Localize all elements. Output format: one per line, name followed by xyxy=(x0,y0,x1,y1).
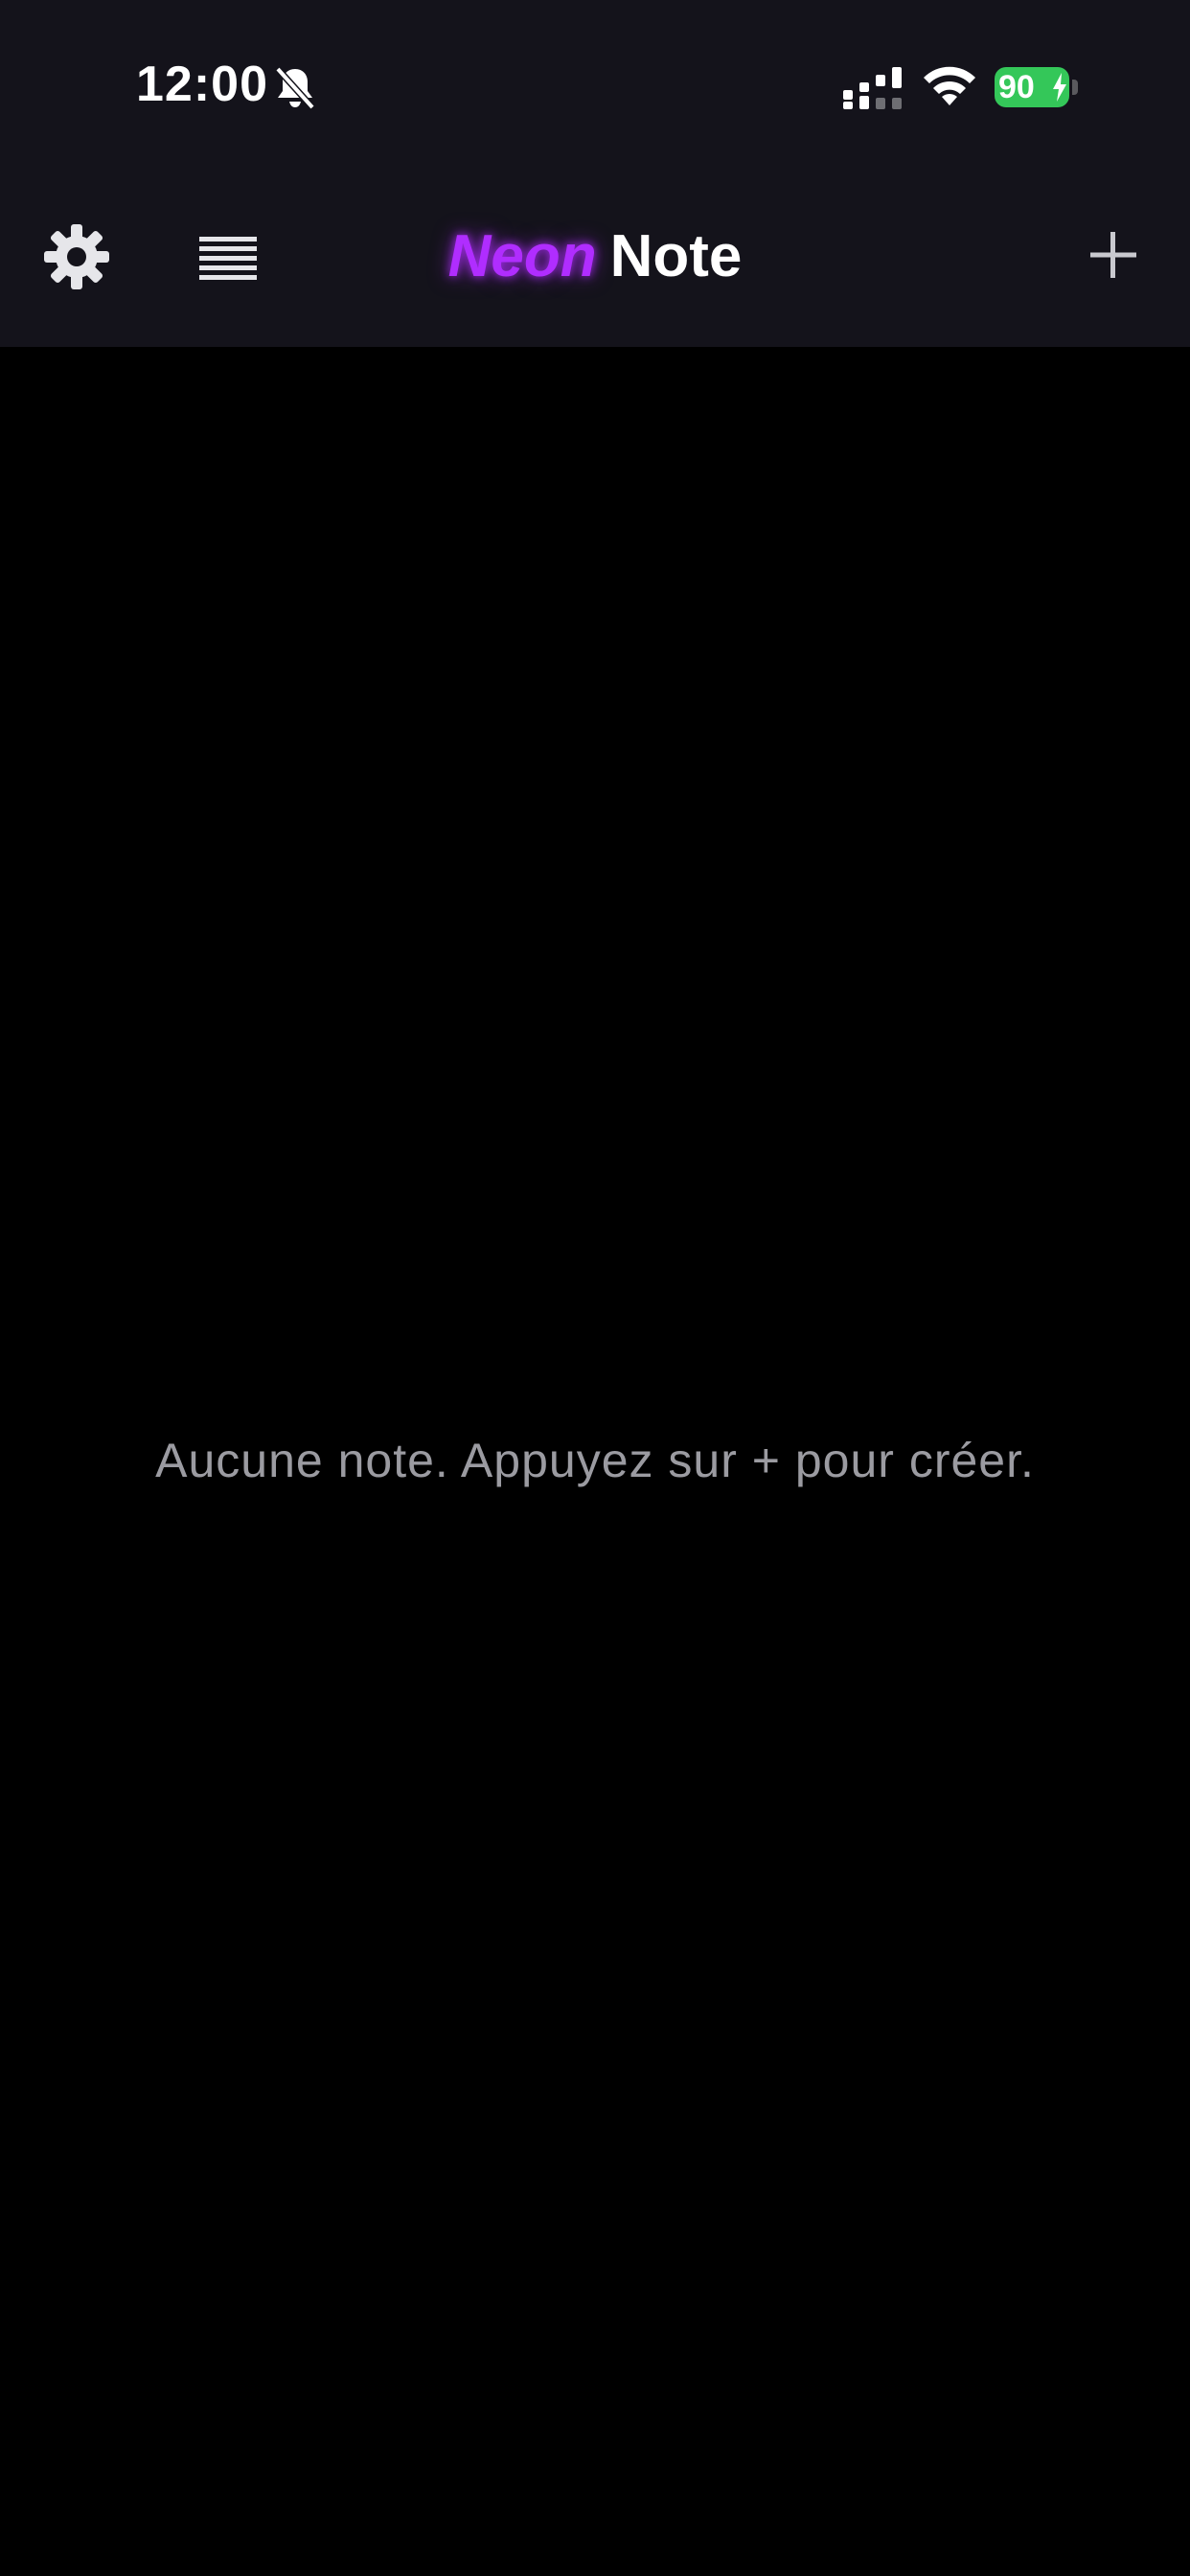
battery-level: 90 xyxy=(998,69,1035,105)
bell-off-icon xyxy=(275,66,315,110)
status-time: 12:00 xyxy=(136,57,268,112)
signal-icon xyxy=(843,67,902,109)
wifi-icon xyxy=(924,66,975,105)
app-title-accent: Neon xyxy=(447,223,597,289)
battery-cap xyxy=(1072,80,1078,95)
charging-bolt-icon xyxy=(1053,73,1066,102)
app-title: Neon Note xyxy=(0,217,1190,297)
app-header: Neon Note xyxy=(0,172,1190,347)
app-screen: 12:00 90 Neon Note Aucune note. Appuyez … xyxy=(0,0,1190,2576)
empty-state-message: Aucune note. Appuyez sur + pour créer. xyxy=(155,1434,1035,1487)
status-bar: 12:00 90 xyxy=(0,0,1190,172)
plus-icon xyxy=(1090,232,1136,278)
app-title-rest: Note xyxy=(609,223,743,289)
add-note-button[interactable] xyxy=(1075,217,1152,293)
notes-list-area: Aucune note. Appuyez sur + pour créer. xyxy=(0,347,1190,2576)
battery-icon: 90 xyxy=(995,67,1079,107)
